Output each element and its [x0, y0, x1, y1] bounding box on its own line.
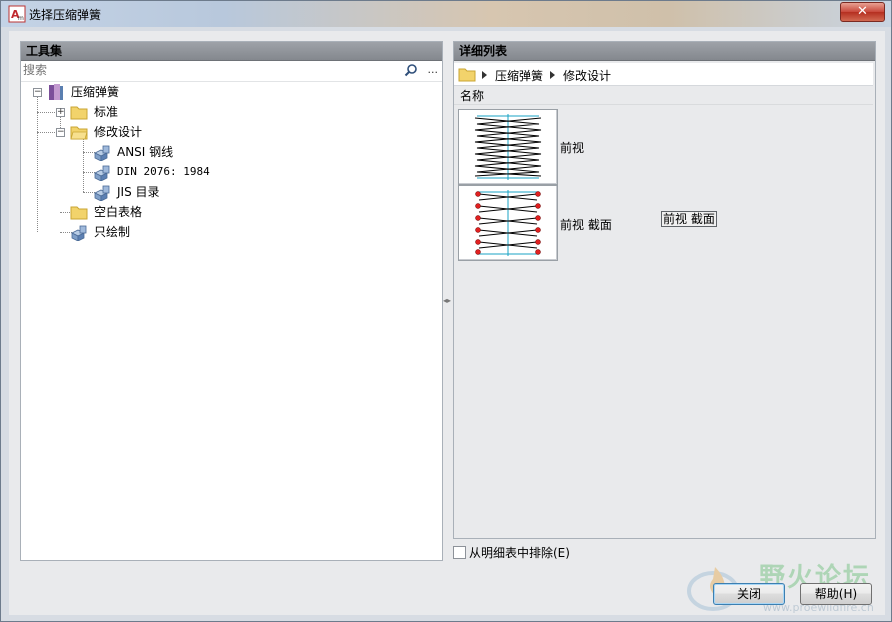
exclude-from-bom-checkbox[interactable] — [453, 546, 466, 559]
part-icon — [94, 145, 110, 161]
tree-item-label: JIS 目录 — [117, 185, 160, 199]
toolset-panel: 工具集 ... — [20, 41, 443, 561]
tree-item-ansi-steel-wire[interactable]: ANSI 钢线 — [21, 143, 241, 161]
collapse-toggle-icon[interactable]: − — [33, 88, 42, 97]
search-icon[interactable] — [404, 63, 418, 77]
detail-item-label[interactable]: 前视 截面 — [560, 216, 612, 233]
dialog-window: A m 选择压缩弹簧 ✕ 工具集 ... — [0, 0, 892, 622]
folder-icon[interactable] — [458, 66, 476, 82]
tree-item-label: 只绘制 — [94, 225, 131, 239]
spring-front-view-thumbnail[interactable] — [458, 109, 558, 185]
folder-icon — [70, 106, 88, 120]
detail-list-panel: 详细列表 压缩弹簧 修改设计 名称 前视 前视 截面 — [453, 41, 876, 539]
breadcrumb: 压缩弹簧 修改设计 — [454, 63, 873, 86]
search-row: ... — [21, 61, 442, 82]
breadcrumb-arrow-icon[interactable] — [482, 71, 487, 79]
tree-item-din-2076[interactable]: DIN 2076: 1984 — [21, 163, 241, 181]
search-input[interactable] — [23, 62, 393, 78]
tree-item-standard[interactable]: + 标准 — [21, 103, 221, 121]
part-icon — [94, 165, 110, 181]
tooltip: 前视 截面 — [661, 211, 717, 227]
part-icon — [71, 225, 87, 241]
column-header-name[interactable]: 名称 — [454, 87, 873, 105]
help-button[interactable]: 帮助(H) — [800, 583, 872, 605]
tree-item-compression-spring[interactable]: − 压缩弹簧 — [21, 83, 221, 101]
spring-front-view-icon — [474, 114, 542, 180]
tree-item-label: 空白表格 — [94, 205, 143, 219]
tree-item-jis-catalog[interactable]: JIS 目录 — [21, 183, 241, 201]
tree-item-label: ANSI 钢线 — [117, 145, 174, 159]
part-icon — [94, 185, 110, 201]
breadcrumb-item[interactable]: 修改设计 — [563, 67, 611, 84]
detail-list-header: 详细列表 — [454, 42, 875, 61]
dialog-body: 工具集 ... — [9, 31, 885, 615]
folder-icon — [70, 206, 88, 220]
spring-section-view-icon — [475, 190, 541, 256]
tree-item-label: 修改设计 — [94, 125, 143, 139]
exclude-from-bom-label[interactable]: 从明细表中排除(E) — [469, 544, 570, 561]
tree-item-blank-table[interactable]: 空白表格 — [21, 203, 221, 221]
tree-item-draw-only[interactable]: 只绘制 — [21, 223, 221, 241]
collapse-toggle-icon[interactable]: − — [56, 128, 65, 137]
window-title: 选择压缩弹簧 — [29, 8, 102, 22]
search-options-button[interactable]: ... — [428, 63, 439, 76]
svg-text:m: m — [18, 15, 24, 22]
autocad-app-icon: A m — [8, 5, 26, 23]
spring-section-view-thumbnail[interactable] — [458, 185, 558, 261]
tree-item-label: DIN 2076: 1984 — [117, 165, 210, 178]
panel-splitter[interactable]: ◂▸ — [443, 296, 452, 306]
toolset-header: 工具集 — [21, 42, 442, 61]
breadcrumb-item[interactable]: 压缩弹簧 — [495, 67, 543, 84]
tree-item-label: 标准 — [94, 105, 119, 119]
expand-toggle-icon[interactable]: + — [56, 108, 65, 117]
title-bar[interactable]: A m 选择压缩弹簧 ✕ — [1, 1, 891, 27]
close-button[interactable]: 关闭 — [713, 583, 785, 605]
breadcrumb-arrow-icon[interactable] — [550, 71, 555, 79]
detail-item-label[interactable]: 前视 — [560, 139, 584, 156]
tree-item-label: 压缩弹簧 — [71, 85, 120, 99]
open-folder-icon — [70, 126, 88, 140]
tree-item-modified-design[interactable]: − 修改设计 — [21, 123, 221, 141]
window-close-button[interactable]: ✕ — [840, 2, 885, 22]
book-icon — [49, 84, 63, 100]
